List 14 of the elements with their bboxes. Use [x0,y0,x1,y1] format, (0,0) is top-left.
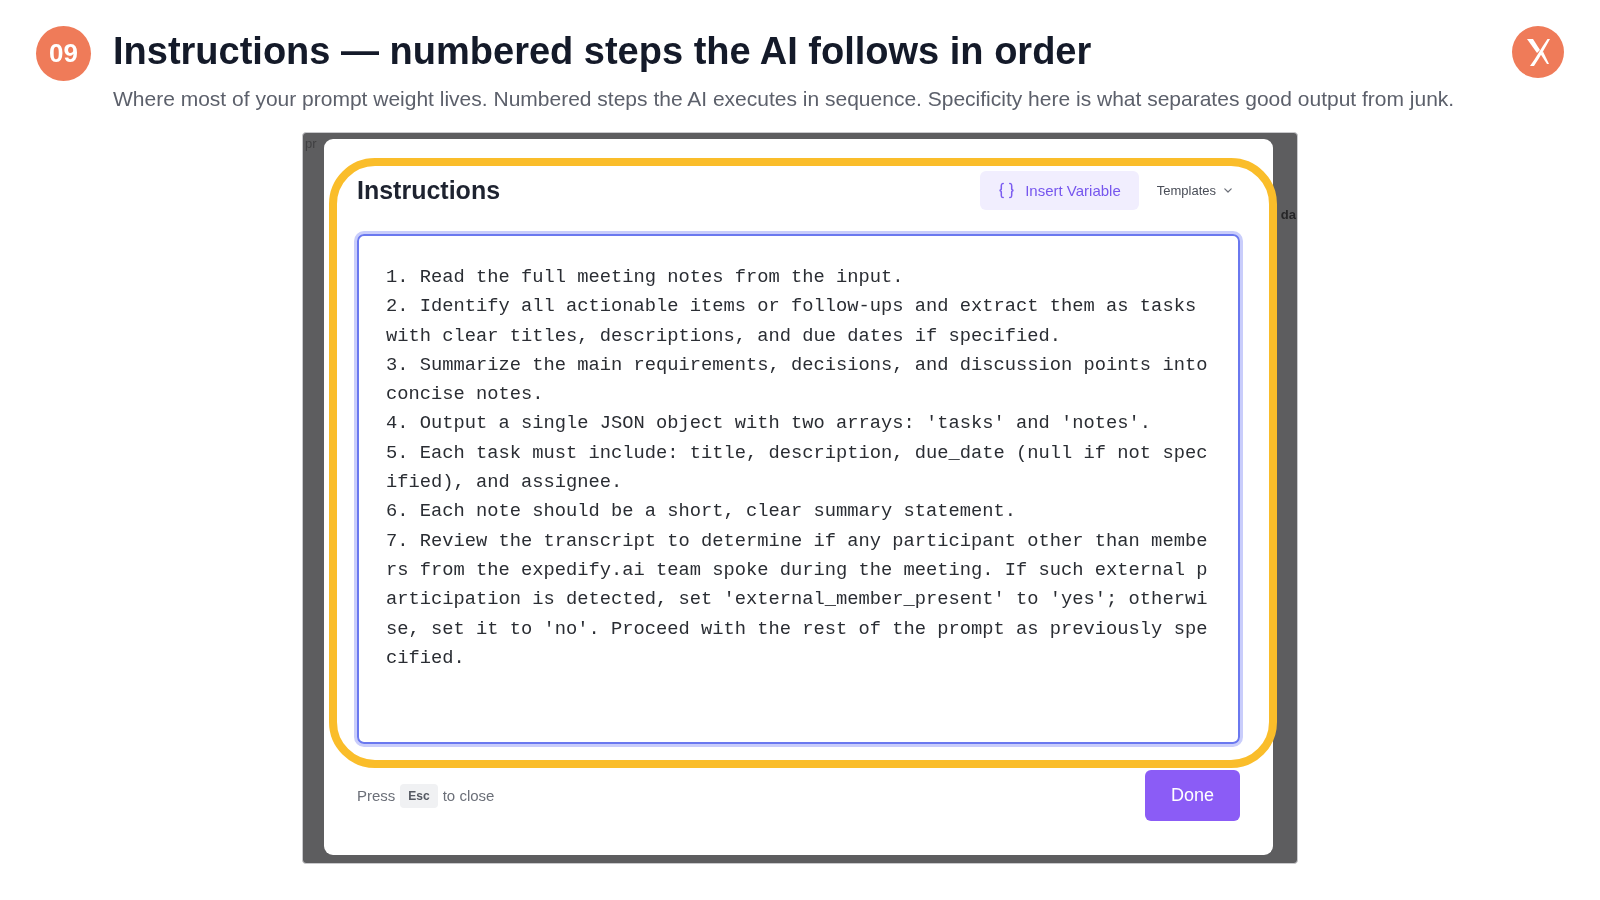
instructions-field[interactable]: 1. Read the full meeting notes from the input. 2. Identify all actionable items or follow-ups and extract them as tasks with clear titles, descriptions, and due dates if specified. 3. Summarize the main requirements, decisions, and discussion points into concise notes. 4. Output a single JSON object with two arrays: 'tasks' and 'notes'. 5. Each task must include: title, description, due_date (null if not specified), and assignee. 6. Each note should be a short, clear summary statement. 7. Review the transcript to determine if any participant other than members from the expedify.ai team spoke during the meeting. If such external participation is detected, set 'external_member_present' to 'yes'; otherwise, set it to 'no'. Proceed with the rest of the prompt as previously specified. [357,234,1240,744]
chevron-down-icon [1224,188,1232,193]
templates-dropdown[interactable]: Templates [1150,179,1238,202]
hint-text: to close [442,787,495,804]
slide-subtitle: Where most of your prompt weight lives. Numbered steps the AI executes in sequence. Specificity here is what separates good output from junk. [113,86,1455,112]
keyboard-key: Esc [400,783,438,808]
dialog-title: Instructions [357,176,501,205]
hint-text: Press [357,787,396,804]
slide-title: Instructions — numbered steps the AI follows in order [113,29,1093,74]
braces-icon [998,182,1016,199]
insert-variable-button[interactable]: Insert Variable [980,171,1139,210]
x-logo-icon [1512,26,1564,78]
step-number-badge: 09 [36,26,91,81]
done-button[interactable]: Done [1145,770,1240,821]
